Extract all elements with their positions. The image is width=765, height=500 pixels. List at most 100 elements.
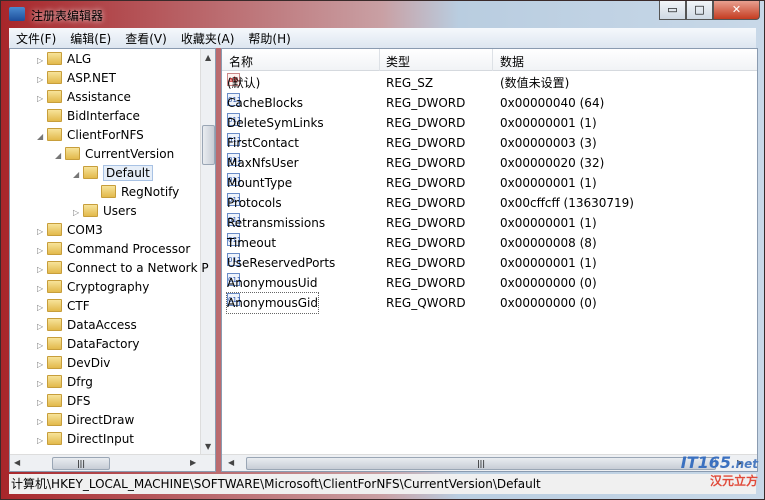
value-row[interactable]: 011 UseReservedPorts REG_DWORD 0x00000001 (… [222, 253, 757, 273]
tree-item[interactable]: ▷ COM3 [37, 221, 103, 240]
value-data: 0x00000001 (1) [500, 216, 597, 230]
value-row[interactable]: 011 MountType REG_DWORD 0x00000001 (1) [222, 173, 757, 193]
tree-item[interactable]: ◢ Default [73, 164, 153, 183]
values-list: 名称 类型 数据 ab (默认) REG_SZ (数值未设置) 011 CacheBloc… [221, 48, 758, 472]
value-name: CacheBlocks [227, 96, 304, 110]
value-type: REG_DWORD [386, 116, 466, 130]
scroll-thumb[interactable] [202, 125, 215, 165]
expander-icon[interactable]: ▷ [37, 298, 47, 317]
tree-item[interactable]: ▷ DirectDraw [37, 411, 134, 430]
menu-bar: 文件(F) 编辑(E) 查看(V) 收藏夹(A) 帮助(H) [9, 28, 756, 48]
tree-item[interactable]: BidInterface [37, 107, 140, 126]
tree-item[interactable]: ▷ Dfrg [37, 373, 93, 392]
expander-icon[interactable]: ▷ [37, 393, 47, 412]
value-type: REG_DWORD [386, 276, 466, 290]
tree-item[interactable]: ▷ DirectInput [37, 430, 134, 449]
value-row[interactable]: 011 AnonymousGid REG_QWORD 0x00000000 (0) [222, 292, 757, 314]
column-data[interactable]: 数据 [500, 53, 524, 70]
value-data: (数值未设置) [500, 76, 570, 90]
tree-item-label: CTF [67, 299, 90, 313]
expander-icon[interactable]: ▷ [37, 317, 47, 336]
value-name: Timeout [227, 236, 277, 250]
tree-item[interactable]: ▷ Assistance [37, 88, 131, 107]
tree-item[interactable]: ▷ Users [73, 202, 137, 221]
tree-item-label: Command Processor [67, 242, 191, 256]
expander-icon[interactable]: ▷ [37, 412, 47, 431]
tree-item[interactable]: ▷ Command Processor [37, 240, 190, 259]
value-type: REG_DWORD [386, 196, 466, 210]
expander-icon[interactable]: ◢ [37, 127, 47, 146]
expander-icon[interactable]: ▷ [37, 89, 47, 108]
tree-item[interactable]: ▷ CTF [37, 297, 90, 316]
value-row[interactable]: 011 Retransmissions REG_DWORD 0x00000001 (1… [222, 213, 757, 233]
value-type: REG_QWORD [386, 296, 466, 310]
value-type: REG_DWORD [386, 256, 466, 270]
menu-file[interactable]: 文件(F) [9, 30, 63, 47]
tree-item[interactable]: ▷ DevDiv [37, 354, 110, 373]
expander-icon[interactable]: ▷ [37, 355, 47, 374]
close-button[interactable]: ✕ [713, 1, 760, 20]
expander-icon[interactable]: ◢ [73, 165, 83, 184]
value-row[interactable]: 011 DeleteSymLinks REG_DWORD 0x00000001 (1) [222, 113, 757, 133]
column-type[interactable]: 类型 [386, 53, 410, 70]
menu-favorites[interactable]: 收藏夹(A) [174, 30, 242, 47]
watermark-logo: IT165.net 汉元立方 [680, 453, 758, 488]
maximize-button[interactable]: □ [686, 1, 713, 20]
expander-icon[interactable]: ▷ [37, 374, 47, 393]
expander-icon[interactable]: ▷ [37, 260, 47, 279]
value-row[interactable]: 011 Timeout REG_DWORD 0x00000008 (8) [222, 233, 757, 253]
tree-item-label: COM3 [67, 223, 103, 237]
expander-icon[interactable]: ▷ [37, 241, 47, 260]
expander-icon[interactable]: ▷ [37, 222, 47, 241]
value-type: REG_SZ [386, 76, 434, 90]
value-row[interactable]: ab (默认) REG_SZ (数值未设置) [222, 73, 757, 93]
tree-item-label: CurrentVersion [85, 147, 175, 161]
list-horizontal-scrollbar[interactable]: ◀ ||| ▶ [222, 454, 757, 471]
tree-item[interactable]: ▷ ALG [37, 50, 91, 69]
value-data: 0x00000001 (1) [500, 176, 597, 190]
tree-vertical-scrollbar[interactable]: ▲ ▼ [200, 49, 215, 455]
folder-icon [47, 71, 62, 84]
tree-item[interactable]: RegNotify [91, 183, 179, 202]
expander-icon[interactable]: ◢ [55, 146, 65, 165]
column-name[interactable]: 名称 [229, 53, 253, 70]
value-row[interactable]: 011 FirstContact REG_DWORD 0x00000003 (3) [222, 133, 757, 153]
menu-help[interactable]: 帮助(H) [241, 30, 297, 47]
folder-icon [83, 166, 98, 179]
tree-item[interactable]: ▷ DataFactory [37, 335, 140, 354]
value-row[interactable]: 011 MaxNfsUser REG_DWORD 0x00000020 (32) [222, 153, 757, 173]
folder-icon [47, 128, 62, 141]
folder-icon [83, 204, 98, 217]
expander-icon[interactable]: ▷ [37, 336, 47, 355]
tree-item[interactable]: ▷ Cryptography [37, 278, 149, 297]
expander-icon[interactable]: ▷ [73, 203, 83, 222]
tree-item[interactable]: ▷ Connect to a Network P [37, 259, 209, 278]
value-row[interactable]: 011 AnonymousUid REG_DWORD 0x00000000 (0) [222, 273, 757, 293]
value-data: 0x00000020 (32) [500, 156, 605, 170]
value-name: UseReservedPorts [227, 256, 336, 270]
tree-item-label: DFS [67, 394, 91, 408]
tree-item[interactable]: ◢ ClientForNFS [37, 126, 144, 145]
tree-item-label: Cryptography [67, 280, 150, 294]
expander-icon[interactable]: ▷ [37, 431, 47, 450]
expander-icon[interactable]: ▷ [37, 51, 47, 70]
folder-icon [47, 299, 62, 312]
window-title: 注册表编辑器 [31, 9, 104, 23]
value-data: 0x00000001 (1) [500, 256, 597, 270]
value-row[interactable]: 011 Protocols REG_DWORD 0x00cffcff (1363071… [222, 193, 757, 213]
tree-horizontal-scrollbar[interactable]: ◀ ||| ▶ [10, 454, 215, 471]
folder-icon [47, 90, 62, 103]
tree-item-label: RegNotify [121, 185, 180, 199]
tree-item[interactable]: ◢ CurrentVersion [55, 145, 174, 164]
tree-item[interactable]: ▷ DFS [37, 392, 91, 411]
value-name: MountType [227, 176, 293, 190]
menu-view[interactable]: 查看(V) [118, 30, 174, 47]
menu-edit[interactable]: 编辑(E) [63, 30, 118, 47]
tree-item-label: Default [103, 165, 153, 181]
minimize-button[interactable]: ▭ [659, 1, 686, 20]
tree-item[interactable]: ▷ ASP.NET [37, 69, 116, 88]
tree-item[interactable]: ▷ DataAccess [37, 316, 137, 335]
expander-icon[interactable]: ▷ [37, 279, 47, 298]
value-row[interactable]: 011 CacheBlocks REG_DWORD 0x00000040 (64) [222, 93, 757, 113]
expander-icon[interactable]: ▷ [37, 70, 47, 89]
